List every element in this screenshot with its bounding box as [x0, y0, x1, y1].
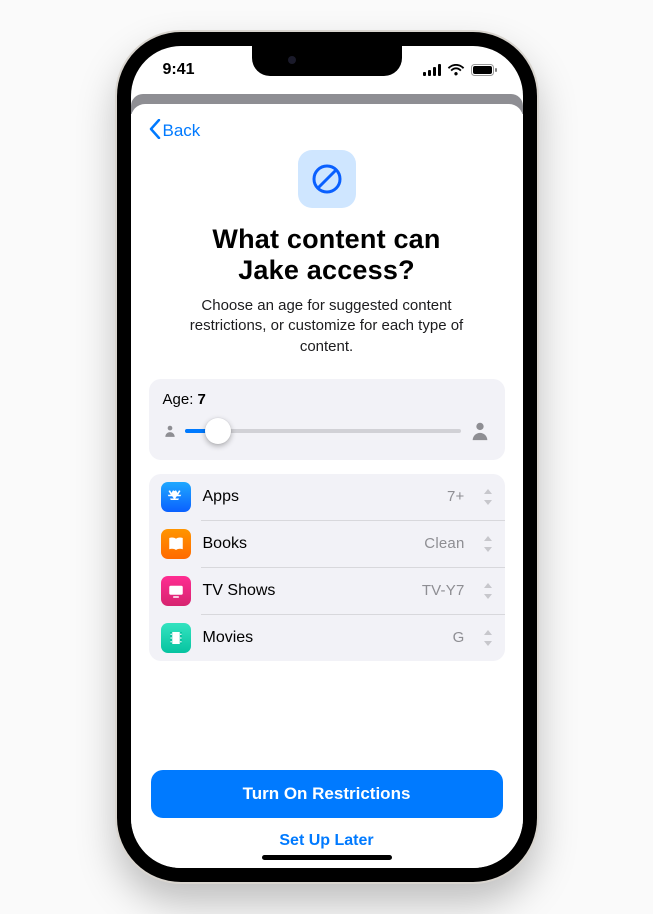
person-large-icon: [469, 420, 491, 442]
age-card: Age: 7: [149, 379, 505, 460]
age-slider-row: [163, 418, 491, 444]
stepper-icon: [483, 630, 493, 646]
content-row-value: TV-Y7: [422, 582, 465, 599]
home-indicator[interactable]: [262, 855, 392, 860]
content-row-label: TV Shows: [203, 582, 410, 600]
cellular-icon: [423, 64, 441, 76]
content-restrictions-sheet: Back What content can Jake access? Choos…: [131, 104, 523, 868]
stepper-icon: [483, 536, 493, 552]
back-button[interactable]: Back: [149, 119, 201, 144]
nav-bar: Back: [149, 114, 505, 148]
content-row-value: G: [453, 629, 465, 646]
books-icon: [161, 529, 191, 559]
content-row-label: Books: [203, 535, 413, 553]
iphone-frame: 9:41 Back: [117, 32, 537, 882]
battery-icon: [471, 64, 497, 76]
age-slider[interactable]: [185, 418, 461, 444]
content-row-label: Apps: [203, 488, 435, 506]
content-row-tvshows[interactable]: TV Shows TV-Y7: [149, 568, 505, 614]
status-indicators: [423, 64, 497, 76]
set-up-later-button[interactable]: Set Up Later: [151, 818, 503, 860]
status-time: 9:41: [163, 61, 195, 79]
person-small-icon: [163, 424, 177, 438]
slider-thumb[interactable]: [205, 418, 231, 444]
appstore-icon: [161, 482, 191, 512]
wifi-icon: [447, 64, 465, 76]
content-row-value: 7+: [447, 488, 465, 505]
content-row-books[interactable]: Books Clean: [149, 521, 505, 567]
hero: What content can Jake access? Choose an …: [149, 150, 505, 357]
movies-icon: [161, 623, 191, 653]
notch: [252, 46, 402, 76]
stepper-icon: [483, 489, 493, 505]
footer: Turn On Restrictions Set Up Later: [149, 758, 505, 868]
turn-on-restrictions-button[interactable]: Turn On Restrictions: [151, 770, 503, 818]
page-subtitle: Choose an age for suggested content rest…: [149, 296, 505, 357]
content-row-label: Movies: [203, 629, 441, 647]
content-type-list: Apps 7+ Books Clean: [149, 474, 505, 661]
age-value: 7: [198, 391, 206, 408]
page-title: What content can Jake access?: [149, 224, 505, 286]
screen: 9:41 Back: [131, 46, 523, 868]
chevron-left-icon: [149, 119, 161, 144]
restrictions-icon: [298, 150, 356, 208]
content-row-movies[interactable]: Movies G: [149, 615, 505, 661]
age-label: Age: 7: [163, 391, 491, 408]
stepper-icon: [483, 583, 493, 599]
content-row-apps[interactable]: Apps 7+: [149, 474, 505, 520]
content-row-value: Clean: [424, 535, 464, 552]
tv-icon: [161, 576, 191, 606]
back-label: Back: [163, 121, 201, 141]
